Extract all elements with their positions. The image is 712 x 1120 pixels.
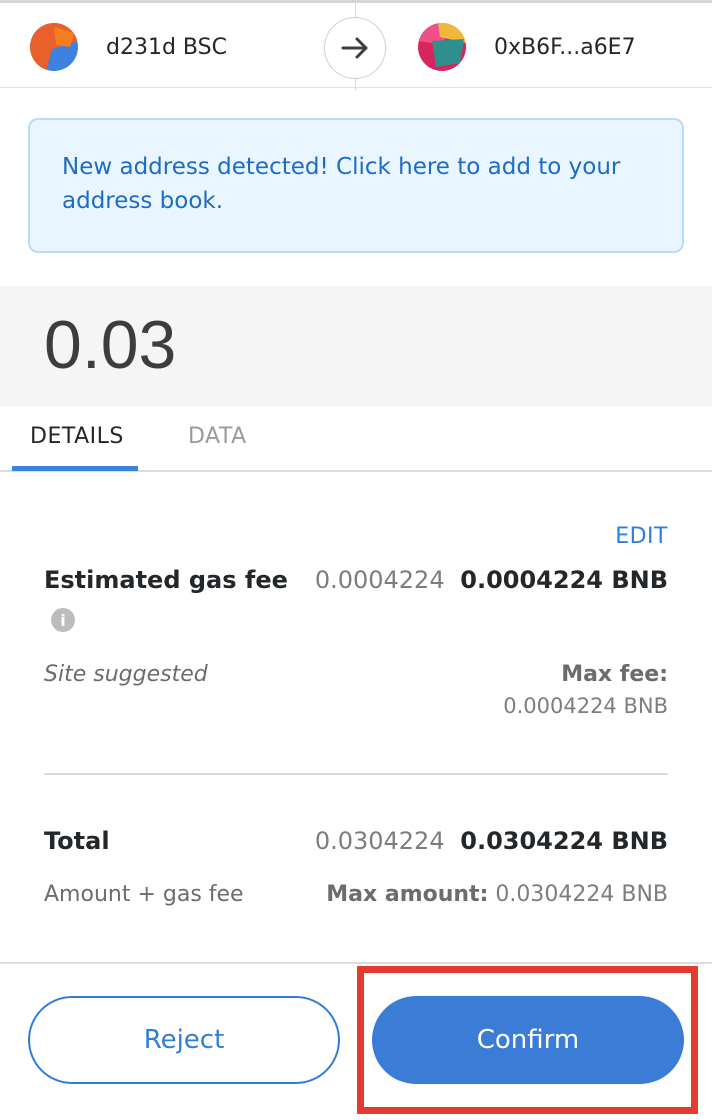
sender-avatar	[30, 23, 78, 71]
gas-fee-label: Estimated gas fee	[44, 566, 288, 594]
new-address-banner-text: New address detected! Click here to add …	[62, 154, 621, 214]
sender-account[interactable]: d231d BSC	[30, 23, 227, 71]
sender-account-name: d231d BSC	[106, 34, 227, 60]
max-fee-value: 0.0004224 BNB	[503, 694, 668, 718]
max-fee-label: Max fee:	[561, 662, 668, 687]
tab-data[interactable]: DATA	[188, 424, 247, 449]
amount-plus-gas-label: Amount + gas fee	[44, 882, 244, 907]
confirm-button[interactable]: Confirm	[372, 996, 684, 1084]
confirm-button-label: Confirm	[476, 1025, 580, 1055]
total-label: Total	[44, 827, 110, 855]
arrow-right-icon	[324, 17, 386, 79]
info-icon[interactable]: i	[51, 608, 75, 632]
total-fiat-value: 0.0304224	[314, 827, 445, 855]
details-divider	[44, 773, 668, 775]
recipient-account[interactable]: 0xB6F...a6E7	[418, 23, 636, 71]
recipient-address: 0xB6F...a6E7	[494, 34, 636, 60]
max-amount-label: Max amount:	[326, 882, 489, 907]
gas-fee-value: 0.0004224 0.0004224 BNB	[315, 566, 668, 594]
reject-button-label: Reject	[143, 1025, 225, 1055]
gas-fee-native-value: 0.0004224 BNB	[460, 566, 668, 594]
total-native-value: 0.0304224 BNB	[460, 827, 668, 855]
site-suggested-label: Site suggested	[44, 662, 208, 687]
confirm-transaction-screen: d231d BSC 0xB6F...a6E7 New address detec…	[0, 0, 712, 1120]
reject-button[interactable]: Reject	[28, 996, 340, 1084]
tab-bar: DETAILS DATA	[0, 406, 712, 472]
recipient-avatar	[418, 23, 466, 71]
tab-details[interactable]: DETAILS	[30, 424, 124, 449]
amount-section: 0.03	[0, 286, 712, 406]
footer-divider	[0, 962, 712, 964]
active-tab-indicator	[12, 466, 138, 471]
max-amount: Max amount: 0.0304224 BNB	[326, 882, 668, 907]
edit-gas-button[interactable]: EDIT	[615, 524, 668, 549]
account-header: d231d BSC 0xB6F...a6E7	[0, 0, 712, 91]
new-address-banner[interactable]: New address detected! Click here to add …	[28, 118, 684, 253]
total-value: 0.0304224 0.0304224 BNB	[315, 827, 668, 855]
max-amount-value: 0.0304224 BNB	[495, 882, 668, 907]
gas-fee-fiat-value: 0.0004224	[314, 566, 445, 594]
transaction-amount: 0.03	[44, 307, 177, 383]
